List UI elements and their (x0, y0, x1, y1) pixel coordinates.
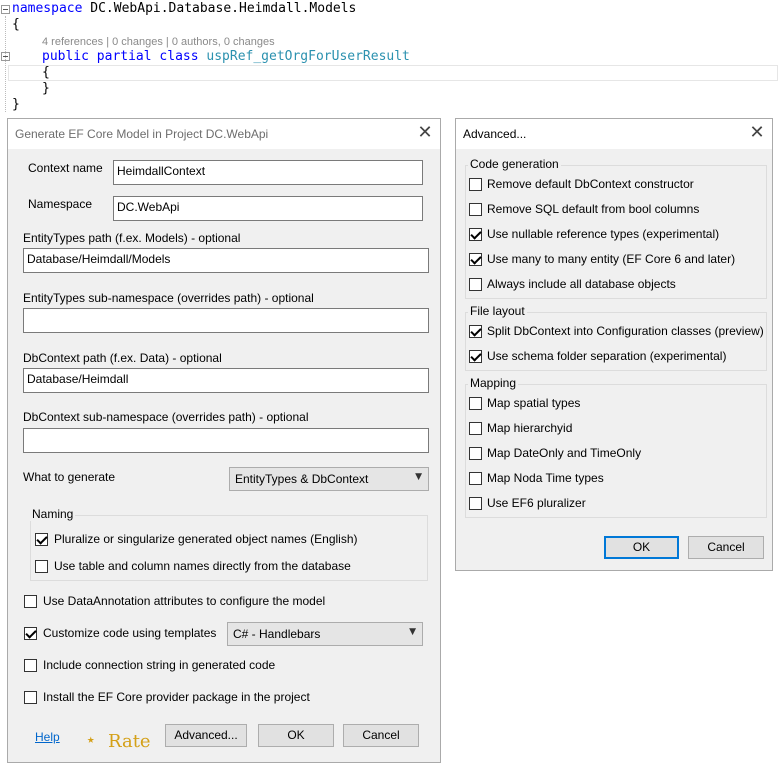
dialog-title: Generate EF Core Model in Project DC.Web… (15, 127, 269, 141)
class-close-brace: } (42, 81, 50, 96)
codelens-info[interactable]: 4 references | 0 changes | 0 authors, 0 … (42, 36, 275, 48)
dbcontext-subnamespace-input[interactable] (23, 428, 429, 453)
generate-ef-core-model-dialog: Generate EF Core Model in Project DC.Web… (7, 118, 441, 763)
dialog-title-bar[interactable]: Generate EF Core Model in Project DC.Web… (8, 119, 440, 149)
namespace-keyword: namespace (12, 1, 83, 16)
remove-ctor-checkbox[interactable] (469, 178, 482, 191)
chevron-down-icon: ▼ (409, 627, 416, 637)
spatial-checkbox[interactable] (469, 397, 482, 410)
namespace-input[interactable]: DC.WebApi (113, 196, 423, 221)
ok-button[interactable]: OK (258, 724, 334, 747)
naming-group-caption: Naming (30, 507, 76, 521)
class-open-brace: { (42, 65, 50, 80)
entity-path-input[interactable]: Database/Heimdall/Models (23, 248, 429, 273)
ef6-pluralizer-checkbox[interactable] (469, 497, 482, 510)
hierarchyid-label: Map hierarchyid (487, 421, 573, 435)
entity-subnamespace-label: EntityTypes sub-namespace (overrides pat… (23, 291, 314, 305)
namespace-close-brace: } (12, 97, 20, 112)
context-name-input[interactable]: HeimdallContext (113, 160, 423, 185)
data-annotation-label: Use DataAnnotation attributes to configu… (43, 594, 326, 608)
advanced-dialog: Advanced... ✕ Code generation Remove def… (455, 118, 773, 571)
chevron-down-icon: ▼ (415, 472, 422, 482)
class-keyword: class (159, 49, 199, 64)
code-generation-caption: Code generation (468, 157, 561, 171)
namespace-line: namespace DC.WebApi.Database.Heimdall.Mo… (12, 1, 356, 17)
install-provider-checkbox[interactable] (24, 691, 37, 704)
file-layout-caption: File layout (468, 304, 527, 318)
namespace-name: DC.WebApi.Database.Heimdall.Models (82, 1, 357, 16)
install-provider-label: Install the EF Core provider package in … (43, 690, 310, 704)
class-name: uspRef_getOrgForUserResult (206, 49, 410, 64)
rate-link[interactable]: Rate (108, 731, 151, 752)
use-table-names-label: Use table and column names directly from… (54, 559, 351, 573)
dateonly-checkbox[interactable] (469, 447, 482, 460)
template-select[interactable]: C# - Handlebars ▼ (227, 622, 423, 646)
schema-folders-checkbox[interactable] (469, 350, 482, 363)
what-to-generate-label: What to generate (23, 470, 116, 484)
current-line-highlight (8, 65, 778, 81)
entity-subnamespace-input[interactable] (23, 308, 429, 333)
dbcontext-subnamespace-label: DbContext sub-namespace (overrides path)… (23, 410, 309, 424)
pluralize-checkbox[interactable] (35, 533, 48, 546)
many-to-many-label: Use many to many entity (EF Core 6 and l… (487, 252, 736, 266)
mapping-caption: Mapping (468, 376, 519, 390)
include-connection-string-label: Include connection string in generated c… (43, 658, 276, 672)
remove-sql-default-checkbox[interactable] (469, 203, 482, 216)
advanced-dialog-title: Advanced... (463, 127, 527, 141)
collapse-namespace-icon[interactable] (1, 5, 10, 14)
customize-templates-label: Customize code using templates (43, 626, 217, 640)
split-dbcontext-label: Split DbContext into Configuration class… (487, 324, 764, 338)
class-declaration-line: public partial class uspRef_getOrgForUse… (42, 49, 410, 65)
public-keyword: public (42, 49, 89, 64)
entity-path-label: EntityTypes path (f.ex. Models) - option… (23, 231, 241, 245)
customize-templates-checkbox[interactable] (24, 627, 37, 640)
what-to-generate-select[interactable]: EntityTypes & DbContext ▼ (229, 467, 429, 491)
include-all-objects-checkbox[interactable] (469, 278, 482, 291)
dateonly-label: Map DateOnly and TimeOnly (487, 446, 642, 460)
remove-sql-default-label: Remove SQL default from bool columns (487, 202, 700, 216)
ef6-pluralizer-label: Use EF6 pluralizer (487, 496, 586, 510)
namespace-label: Namespace (28, 197, 93, 211)
dbcontext-path-label: DbContext path (f.ex. Data) - optional (23, 351, 222, 365)
advanced-ok-button[interactable]: OK (604, 536, 679, 559)
code-editor[interactable]: namespace DC.WebApi.Database.Heimdall.Mo… (0, 0, 778, 118)
data-annotation-checkbox[interactable] (24, 595, 37, 608)
split-dbcontext-checkbox[interactable] (469, 325, 482, 338)
indent-guide (5, 16, 6, 112)
cancel-button[interactable]: Cancel (343, 724, 419, 747)
close-icon[interactable]: ✕ (412, 121, 438, 145)
schema-folders-label: Use schema folder separation (experiment… (487, 349, 727, 363)
advanced-cancel-button[interactable]: Cancel (688, 536, 764, 559)
include-all-objects-label: Always include all database objects (487, 277, 676, 291)
namespace-open-brace: { (12, 17, 20, 32)
context-name-label: Context name (28, 161, 103, 175)
include-connection-string-checkbox[interactable] (24, 659, 37, 672)
nullable-refs-label: Use nullable reference types (experiment… (487, 227, 720, 241)
what-to-generate-value: EntityTypes & DbContext (235, 472, 369, 486)
hierarchyid-checkbox[interactable] (469, 422, 482, 435)
remove-ctor-label: Remove default DbContext constructor (487, 177, 694, 191)
nullable-refs-checkbox[interactable] (469, 228, 482, 241)
help-link[interactable]: Help (35, 730, 60, 744)
advanced-button[interactable]: Advanced... (165, 724, 247, 747)
template-value: C# - Handlebars (233, 627, 321, 641)
close-icon[interactable]: ✕ (744, 121, 770, 145)
star-icon: ⭑ (87, 732, 95, 748)
partial-keyword: partial (96, 49, 152, 64)
advanced-dialog-title-bar[interactable]: Advanced... ✕ (456, 119, 772, 149)
noda-time-checkbox[interactable] (469, 472, 482, 485)
noda-time-label: Map Noda Time types (487, 471, 604, 485)
pluralize-label: Pluralize or singularize generated objec… (54, 532, 358, 546)
many-to-many-checkbox[interactable] (469, 253, 482, 266)
spatial-label: Map spatial types (487, 396, 581, 410)
use-table-names-checkbox[interactable] (35, 560, 48, 573)
dbcontext-path-input[interactable]: Database/Heimdall (23, 368, 429, 393)
